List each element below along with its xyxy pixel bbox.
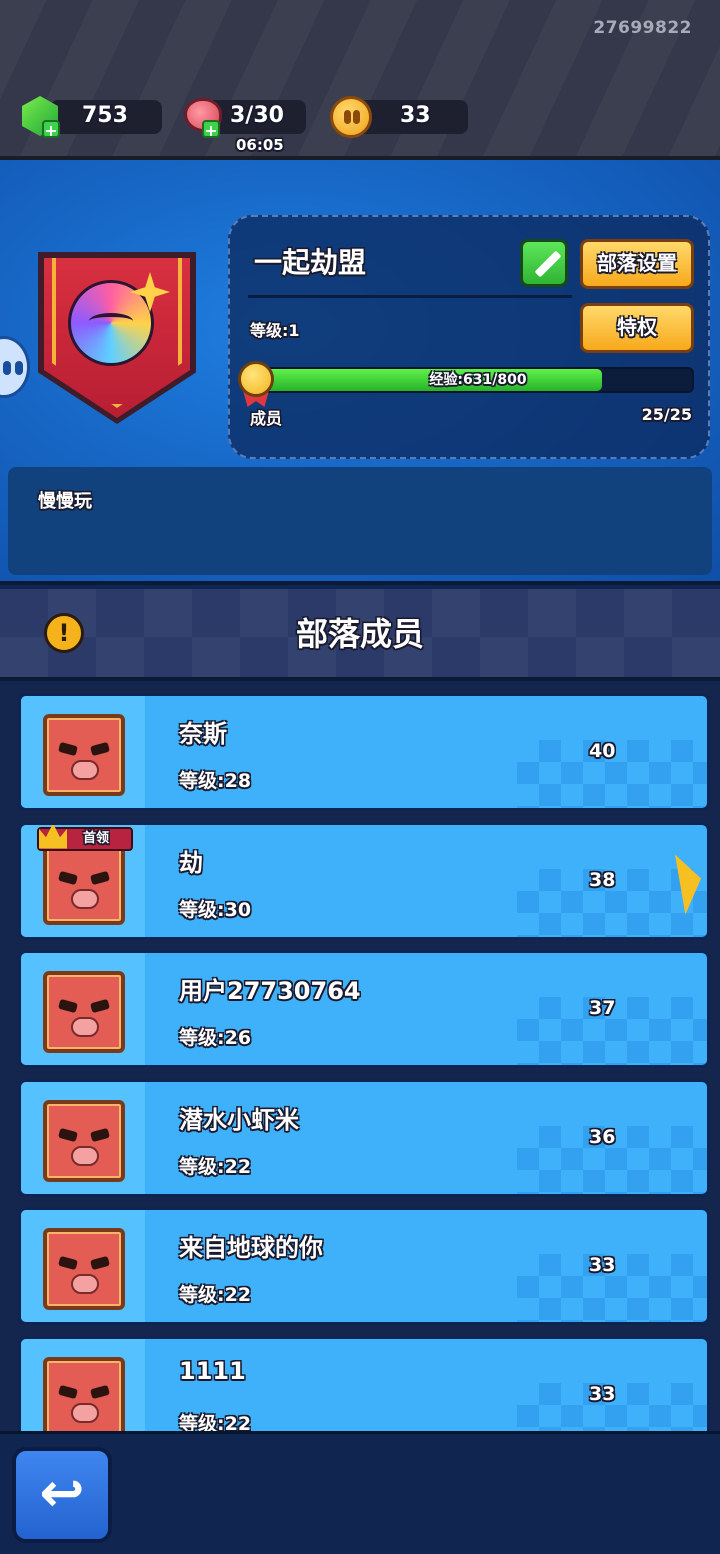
member-level: 等级:28 [179, 770, 252, 792]
pig-eye-icon [90, 870, 110, 885]
pig-nose-icon [71, 1145, 99, 1166]
member-level: 等级:22 [179, 1412, 252, 1432]
gem-counter: 753 [50, 100, 162, 134]
edit-guild-button[interactable] [520, 239, 568, 287]
guild-level: 等级:1 [250, 321, 300, 340]
pig-eye-icon [90, 1127, 110, 1142]
gem-value: 753 [82, 103, 128, 128]
medal-icon [238, 361, 274, 397]
pig-avatar-icon[interactable] [43, 971, 125, 1053]
stamina-value: 3/30 [230, 103, 284, 128]
pig-avatar-icon[interactable] [43, 714, 125, 796]
member-score: 33 [589, 1254, 616, 1276]
members-label: 成员 [250, 409, 283, 428]
pig-nose-icon [71, 760, 99, 780]
guild-motto: 慢慢玩 [38, 491, 92, 512]
member-name: 用户27730764 [179, 977, 361, 1005]
member-name: 奈斯 [179, 720, 227, 748]
pig-eye-icon [90, 1255, 110, 1271]
member-score: 37 [589, 997, 616, 1019]
privilege-button[interactable]: 特权 [580, 303, 694, 353]
pig-eye-icon [90, 1384, 110, 1399]
member-score: 38 [589, 868, 616, 891]
user-id: 27699822 [593, 18, 692, 38]
back-button[interactable]: ↩ [12, 1447, 112, 1543]
pig-nose-icon [71, 888, 99, 909]
pig-eye-icon [58, 870, 78, 885]
members-count: 25/25 [641, 405, 692, 424]
member-name: 劫 [179, 848, 203, 877]
coin-value: 33 [400, 103, 431, 128]
pig-avatar-icon[interactable] [43, 1228, 125, 1310]
guild-info-card: 一起劫盟 部落设置 特权 等级:1 经验:631/800 成员 25/25 [228, 215, 710, 459]
member-score: 33 [589, 1382, 616, 1405]
pig-nose-icon [71, 1402, 99, 1423]
pig-nose-icon [71, 1274, 99, 1294]
member-level: 等级:26 [179, 1027, 252, 1049]
guild-panel: 一起劫盟 部落设置 特权 等级:1 经验:631/800 成员 25/25 慢慢… [0, 160, 720, 585]
pig-eye-icon [58, 1384, 78, 1399]
member-row[interactable]: 来自地球的你 等级:22 33 [18, 1207, 710, 1325]
member-score: 40 [589, 740, 616, 762]
resource-bar: 27699822 753 + 3/30 + 06:05 33 [0, 0, 720, 160]
pig-eye-icon [58, 998, 78, 1014]
member-level: 等级:30 [179, 898, 252, 921]
member-row[interactable]: 用户27730764 等级:26 37 [18, 950, 710, 1068]
guild-settings-button[interactable]: 部落设置 [580, 239, 694, 289]
members-title: 部落成员 [295, 615, 424, 653]
pig-eye-icon [90, 741, 110, 757]
coin-counter: 33 [356, 100, 468, 134]
pig-eye-icon [58, 741, 78, 757]
coin-icon [330, 96, 372, 138]
members-header: ! 部落成员 [0, 589, 720, 681]
pig-eye-icon [90, 998, 110, 1014]
guild-motto-box: 慢慢玩 [8, 467, 712, 575]
guild-xp-bar: 经验:631/800 [262, 367, 694, 393]
add-stamina-icon[interactable]: + [202, 120, 220, 140]
guild-name: 一起劫盟 [254, 246, 367, 279]
add-gems-icon[interactable]: + [42, 120, 60, 140]
member-level: 等级:22 [179, 1284, 252, 1306]
side-chat-icon[interactable] [0, 336, 30, 398]
member-row[interactable]: 首领 劫 等级:30 38 [18, 821, 710, 940]
member-row[interactable]: 1111 等级:22 33 [18, 1335, 710, 1432]
member-score: 36 [589, 1125, 616, 1148]
member-name: 1111 [179, 1356, 246, 1385]
bottom-bar: ↩ [0, 1431, 720, 1554]
guild-xp-text: 经验:631/800 [429, 372, 527, 388]
pig-avatar-icon[interactable] [43, 842, 125, 925]
member-list[interactable]: 奈斯 等级:28 40 首领 劫 等级:30 38 用户27730764 等级:… [0, 685, 720, 1431]
pig-avatar-icon[interactable] [43, 1099, 125, 1182]
back-arrow-icon: ↩ [39, 1461, 85, 1524]
member-row[interactable]: 潜水小虾米 等级:22 36 [18, 1078, 710, 1197]
member-row[interactable]: 奈斯 等级:28 40 [18, 693, 710, 811]
pencil-icon [534, 250, 562, 278]
member-name: 来自地球的你 [179, 1234, 323, 1262]
pig-eye-icon [58, 1255, 78, 1271]
member-name: 潜水小虾米 [179, 1105, 299, 1134]
pig-eye-icon [58, 1127, 78, 1142]
guild-name-divider [248, 295, 572, 298]
stamina-timer: 06:05 [236, 136, 284, 154]
pig-avatar-icon[interactable] [43, 1356, 125, 1431]
member-level: 等级:22 [179, 1155, 252, 1178]
pig-nose-icon [71, 1017, 99, 1037]
